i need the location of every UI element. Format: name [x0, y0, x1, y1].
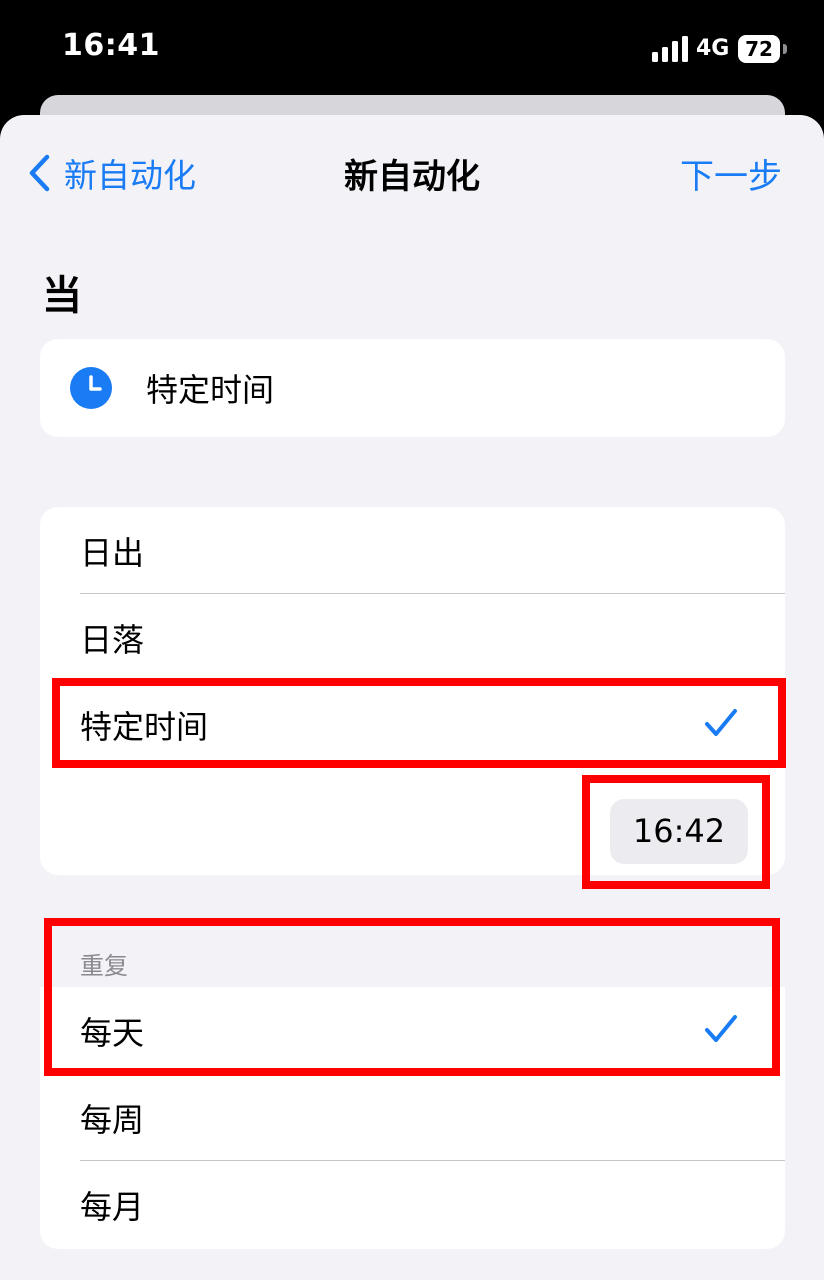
trigger-card[interactable]: 特定时间	[40, 339, 785, 437]
repeat-daily[interactable]: 每天	[40, 987, 785, 1074]
option-sunrise[interactable]: 日出	[40, 507, 785, 594]
repeat-option-label: 每月	[80, 1187, 145, 1226]
status-time: 16:41	[62, 28, 160, 63]
signal-bars-icon	[652, 36, 688, 62]
option-specific-time[interactable]: 特定时间	[40, 681, 785, 768]
status-bar: 16:41 4G 72	[0, 0, 824, 100]
repeat-weekly[interactable]: 每周	[40, 1074, 785, 1161]
checkmark-icon	[705, 709, 737, 736]
repeat-card: 重复 每天 每周 每月	[40, 932, 785, 1249]
option-label: 日出	[80, 533, 145, 572]
repeat-monthly[interactable]: 每月	[40, 1161, 785, 1248]
repeat-header: 重复	[40, 932, 785, 987]
battery-nub	[783, 44, 787, 54]
time-options-card: 日出 日落 特定时间 16:42	[40, 507, 785, 875]
option-label: 特定时间	[80, 707, 209, 746]
time-picker-button[interactable]: 16:42	[610, 799, 748, 864]
new-automation-sheet: 新自动化 新自动化 下一步 当 特定时间 日出 日落 特定时间 16:42 重复	[0, 115, 824, 1280]
network-type: 4G	[696, 36, 730, 61]
checkmark-icon	[705, 1015, 737, 1042]
section-title: 当	[42, 273, 82, 319]
clock-icon	[70, 367, 112, 409]
repeat-option-label: 每周	[80, 1100, 145, 1139]
next-button[interactable]: 下一步	[680, 149, 782, 198]
option-sunset[interactable]: 日落	[40, 594, 785, 681]
option-label: 日落	[80, 620, 145, 659]
repeat-option-label: 每天	[80, 1013, 145, 1052]
battery-icon: 72	[738, 35, 780, 63]
trigger-label: 特定时间	[146, 371, 275, 409]
repeat-header-label: 重复	[80, 952, 128, 980]
